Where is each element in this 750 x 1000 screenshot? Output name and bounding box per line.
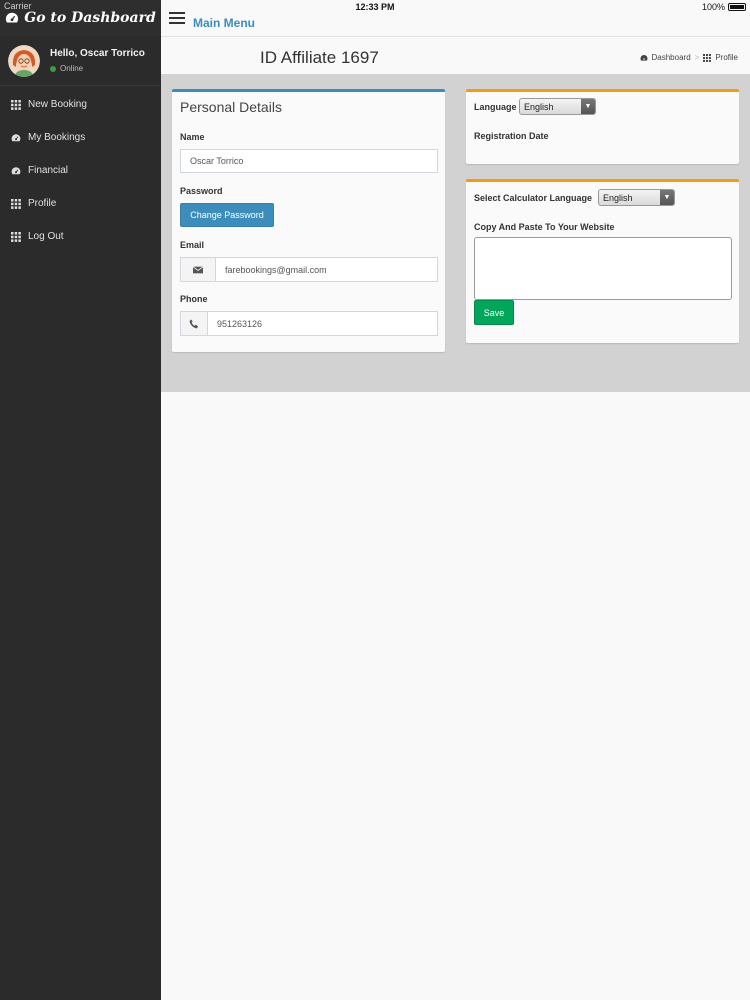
- breadcrumb-separator: >: [694, 53, 700, 62]
- breadcrumb-dashboard-link[interactable]: Dashboard: [652, 53, 691, 62]
- calculator-language-label: Select Calculator Language: [474, 193, 593, 203]
- password-label: Password: [180, 186, 223, 196]
- user-panel: Hello, Oscar Torrico Online: [0, 36, 161, 86]
- sidebar: Go to Dashboard Hello, Oscar Torrico Onl…: [0, 0, 161, 1000]
- email-label: Email: [180, 240, 205, 250]
- save-button[interactable]: Save: [474, 300, 514, 325]
- user-greeting: Hello, Oscar Torrico: [50, 48, 145, 59]
- dropdown-arrow-icon: ▼: [660, 190, 674, 205]
- calculator-box: Select Calculator Language English ▼ Cop…: [466, 179, 739, 343]
- sidebar-item-label: My Bookings: [28, 132, 86, 143]
- breadcrumb: Dashboard > Profile: [640, 53, 738, 62]
- phone-icon: [180, 311, 207, 336]
- change-password-button[interactable]: Change Password: [180, 203, 274, 227]
- email-field[interactable]: farebookings@gmail.com: [215, 257, 438, 282]
- calculator-language-select[interactable]: English ▼: [598, 189, 675, 206]
- sidebar-item-log-out[interactable]: Log Out: [0, 220, 161, 253]
- main-menu-title[interactable]: Main Menu: [193, 16, 255, 30]
- language-select-value: English: [524, 101, 554, 112]
- dashboard-icon: [11, 133, 21, 141]
- envelope-icon: [180, 257, 215, 282]
- dropdown-arrow-icon: ▼: [581, 99, 595, 114]
- sidebar-item-label: Profile: [28, 198, 57, 209]
- sidebar-item-label: Financial: [28, 165, 69, 176]
- grid-icon: [11, 231, 21, 242]
- grid-icon: [11, 99, 21, 110]
- phone-label: Phone: [180, 294, 208, 304]
- sidebar-item-financial[interactable]: Financial: [0, 154, 161, 187]
- online-dot-icon: [50, 65, 56, 72]
- registration-date-label: Registration Date: [474, 131, 549, 141]
- language-label: Language: [474, 102, 517, 112]
- avatar: [8, 44, 40, 77]
- calculator-language-value: English: [603, 192, 633, 203]
- online-status: Online: [50, 64, 145, 73]
- page-title: ID Affiliate 1697: [260, 48, 379, 67]
- language-box: Language English ▼ Registration Date: [466, 89, 739, 164]
- battery-percent: 100%: [701, 2, 725, 12]
- sidebar-item-my-bookings[interactable]: My Bookings: [0, 121, 161, 154]
- sidebar-item-label: Log Out: [28, 231, 64, 242]
- breadcrumb-profile: Profile: [715, 53, 738, 62]
- language-select[interactable]: English ▼: [519, 98, 596, 115]
- online-status-label: Online: [60, 64, 84, 73]
- battery-indicator: 100%: [702, 2, 746, 12]
- dashboard-icon: [640, 54, 647, 61]
- grid-icon: [703, 53, 712, 62]
- phone-field[interactable]: 951263126: [207, 311, 438, 336]
- content-header: ID Affiliate 1697 Dashboard > Profile: [161, 37, 750, 74]
- name-label: Name: [180, 132, 205, 142]
- phone-input-group: 951263126: [180, 311, 438, 336]
- dashboard-icon: [11, 166, 21, 174]
- email-input-group: farebookings@gmail.com: [180, 257, 438, 282]
- sidebar-item-profile[interactable]: Profile: [0, 187, 161, 220]
- sidebar-item-new-booking[interactable]: New Booking: [0, 88, 161, 121]
- clock: 12:33 PM: [355, 2, 395, 12]
- personal-details-box: Personal Details Name Oscar Torrico Pass…: [172, 89, 445, 352]
- content-area: Personal Details Name Oscar Torrico Pass…: [161, 74, 750, 392]
- battery-icon: [728, 3, 746, 11]
- sidebar-item-label: New Booking: [28, 99, 87, 110]
- status-bar: Carrier 12:33 PM 100%: [0, 0, 750, 14]
- sidebar-menu: New Booking My Bookings Financial Profil…: [0, 88, 161, 253]
- name-field[interactable]: Oscar Torrico: [180, 149, 438, 173]
- personal-details-title: Personal Details: [180, 99, 282, 115]
- grid-icon: [11, 198, 21, 209]
- copy-paste-label: Copy And Paste To Your Website: [474, 222, 615, 232]
- embed-code-textarea[interactable]: [474, 237, 732, 300]
